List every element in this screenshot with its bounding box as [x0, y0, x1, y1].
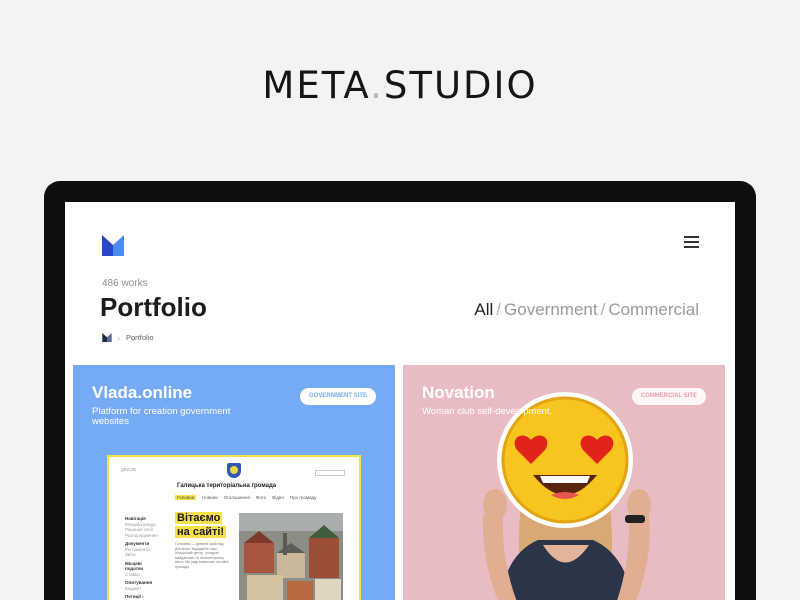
category-badge[interactable]: GOVERNMENT SITE	[299, 388, 376, 405]
brand-title: META.STUDIO	[262, 64, 538, 107]
filter-separator: /	[600, 300, 606, 319]
filter-government[interactable]: Government	[504, 300, 598, 319]
preview-sidebar: Навігація Місцева влада Рішення сесії Ро…	[125, 513, 161, 600]
breadcrumb-separator: ›	[117, 332, 120, 343]
meta-logo-icon[interactable]	[102, 235, 124, 256]
page-title: Portfolio	[100, 292, 207, 322]
hamburger-menu-icon[interactable]	[684, 236, 699, 249]
filter-all[interactable]: All	[474, 300, 493, 319]
preview-nav-item: Оголошення	[223, 495, 250, 500]
preview-sidebar-item: Ставки	[125, 571, 140, 577]
preview-nav-item: Відео	[272, 495, 284, 500]
preview-sidebar-heading: Місцеві податки	[125, 560, 143, 572]
preview-nav-item: Фото	[255, 495, 267, 500]
portfolio-card-vlada[interactable]: Vlada.online Platform for creation gover…	[73, 365, 395, 600]
card-title: Novation	[422, 383, 495, 402]
coat-of-arms-icon	[227, 463, 241, 478]
preview-body-text: Галичина — древній край над Дністром. Ві…	[175, 542, 229, 569]
breadcrumb-home-icon[interactable]	[102, 333, 112, 342]
card-description: Woman club self-development.	[422, 406, 553, 417]
preview-welcome: Вітаємо на сайті!	[175, 512, 227, 538]
card-title: Vlada.online	[92, 383, 193, 402]
works-count: 486 works	[102, 278, 148, 289]
category-badge[interactable]: COMMERCIAL SITE	[631, 388, 706, 405]
card-description: Platform for creation government website…	[92, 406, 231, 427]
preview-sidebar-item: Розпорядження	[125, 532, 158, 538]
preview-nav-item: Про громаду	[289, 495, 317, 500]
preview-sidebar-heading: Петиції ›	[125, 594, 144, 599]
filter-separator: /	[496, 300, 502, 319]
city-photo-image	[239, 513, 343, 600]
preview-nav: Головна Новини Оголошення Фото Відео Про…	[175, 495, 317, 500]
laptop-screen: 486 works Portfolio › Portfolio All / Gove…	[65, 202, 735, 600]
preview-search-box	[315, 470, 345, 476]
preview-sidebar-item: Бюджет	[125, 585, 142, 591]
category-filters: All / Government / Commercial	[474, 300, 699, 320]
brand-dot: .	[370, 64, 384, 107]
laptop-frame: 486 works Portfolio › Portfolio All / Gove…	[44, 181, 756, 600]
filter-commercial[interactable]: Commercial	[608, 300, 699, 319]
preview-sidebar-item: Звіти	[125, 552, 136, 557]
portfolio-card-novation[interactable]: Novation Woman club self-development. CO…	[403, 365, 725, 600]
preview-nav-item: Головна	[175, 495, 197, 500]
preview-site-title: Галицька територіальна громада	[177, 483, 277, 489]
website-preview: gov.ua Галицька територіальна громада Го…	[107, 455, 361, 600]
preview-domain: gov.ua	[121, 467, 136, 473]
preview-nav-item: Новини	[202, 495, 218, 500]
breadcrumb: › Portfolio	[102, 332, 154, 343]
breadcrumb-current: Portfolio	[126, 333, 154, 342]
